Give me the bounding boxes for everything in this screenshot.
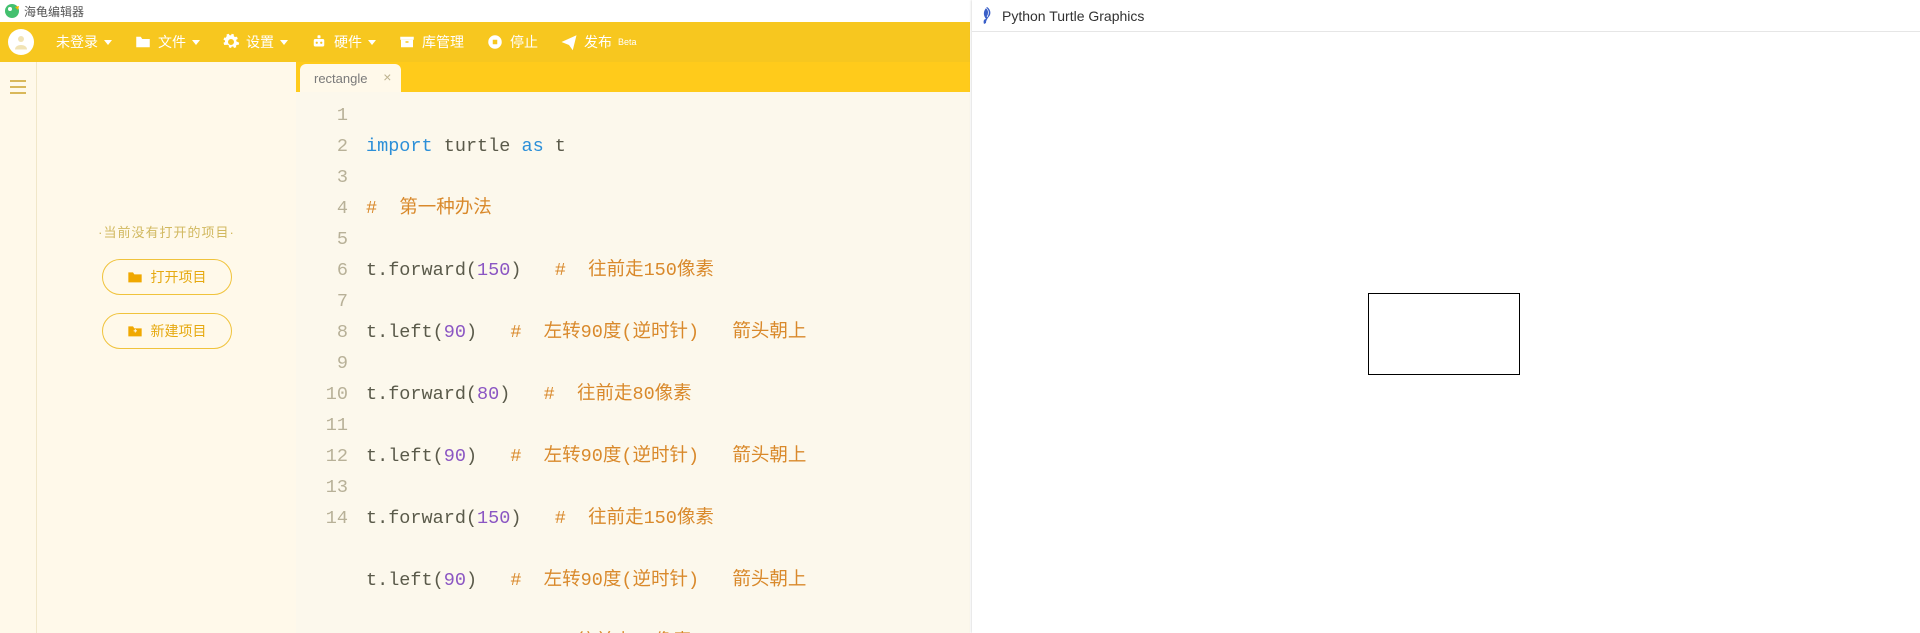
hardware-label: 硬件 xyxy=(334,32,362,52)
chevron-down-icon xyxy=(104,40,112,45)
close-icon[interactable]: × xyxy=(383,70,391,84)
project-sidebar: ·当前没有打开的项目· 打开项目 新建项目 xyxy=(36,62,296,633)
menu-toggle-icon[interactable] xyxy=(10,80,26,94)
login-menu[interactable]: 未登录 xyxy=(56,32,112,52)
turtle-titlebar[interactable]: Python Turtle Graphics xyxy=(972,0,1920,32)
gear-icon xyxy=(222,33,240,51)
editor-column: rectangle × 1234567891011121314 import t… xyxy=(296,62,970,633)
menu-bar: 未登录 文件 设置 硬件 库管理 停止 xyxy=(0,22,970,62)
new-project-button[interactable]: 新建项目 xyxy=(102,313,232,349)
file-menu[interactable]: 文件 xyxy=(134,32,200,52)
tab-bar: rectangle × xyxy=(296,62,970,92)
open-project-label: 打开项目 xyxy=(151,267,207,287)
settings-menu[interactable]: 设置 xyxy=(222,32,288,52)
app-logo-icon xyxy=(4,3,20,19)
publish-menu[interactable]: 发布 Beta xyxy=(560,32,637,52)
chevron-down-icon xyxy=(280,40,288,45)
archive-icon xyxy=(398,33,416,51)
side-strip xyxy=(0,62,36,633)
library-label: 库管理 xyxy=(422,32,464,52)
app-title: 海龟编辑器 xyxy=(24,3,84,20)
turtle-graphics-window: Python Turtle Graphics xyxy=(972,0,1920,633)
beta-badge: Beta xyxy=(618,37,637,47)
chevron-down-icon xyxy=(368,40,376,45)
folder-open-icon xyxy=(127,270,143,284)
library-menu[interactable]: 库管理 xyxy=(398,32,464,52)
folder-icon xyxy=(134,33,152,51)
tab-label: rectangle xyxy=(314,71,367,86)
stop-label: 停止 xyxy=(510,32,538,52)
publish-label: 发布 xyxy=(584,32,612,52)
stop-icon xyxy=(486,33,504,51)
avatar-icon[interactable] xyxy=(8,29,34,55)
python-tk-icon xyxy=(980,6,994,26)
robot-icon xyxy=(310,33,328,51)
line-gutter: 1234567891011121314 xyxy=(296,92,362,633)
no-project-message: ·当前没有打开的项目· xyxy=(98,222,235,241)
drawn-rectangle xyxy=(1368,293,1520,375)
send-icon xyxy=(560,33,578,51)
folder-plus-icon xyxy=(127,324,143,338)
tab-rectangle[interactable]: rectangle × xyxy=(300,64,401,92)
login-label: 未登录 xyxy=(56,32,98,52)
stop-button[interactable]: 停止 xyxy=(486,32,538,52)
code-editor[interactable]: 1234567891011121314 import turtle as t #… xyxy=(296,92,970,633)
hardware-menu[interactable]: 硬件 xyxy=(310,32,376,52)
turtle-window-title: Python Turtle Graphics xyxy=(1002,8,1144,24)
editor-titlebar: 海龟编辑器 xyxy=(0,0,970,22)
new-project-label: 新建项目 xyxy=(151,321,207,341)
turtle-canvas xyxy=(972,32,1920,633)
code-content[interactable]: import turtle as t # 第一种办法 t.forward(150… xyxy=(362,92,970,633)
settings-label: 设置 xyxy=(246,32,274,52)
chevron-down-icon xyxy=(192,40,200,45)
work-area: ·当前没有打开的项目· 打开项目 新建项目 rectangle × 123456… xyxy=(0,62,970,633)
open-project-button[interactable]: 打开项目 xyxy=(102,259,232,295)
file-label: 文件 xyxy=(158,32,186,52)
